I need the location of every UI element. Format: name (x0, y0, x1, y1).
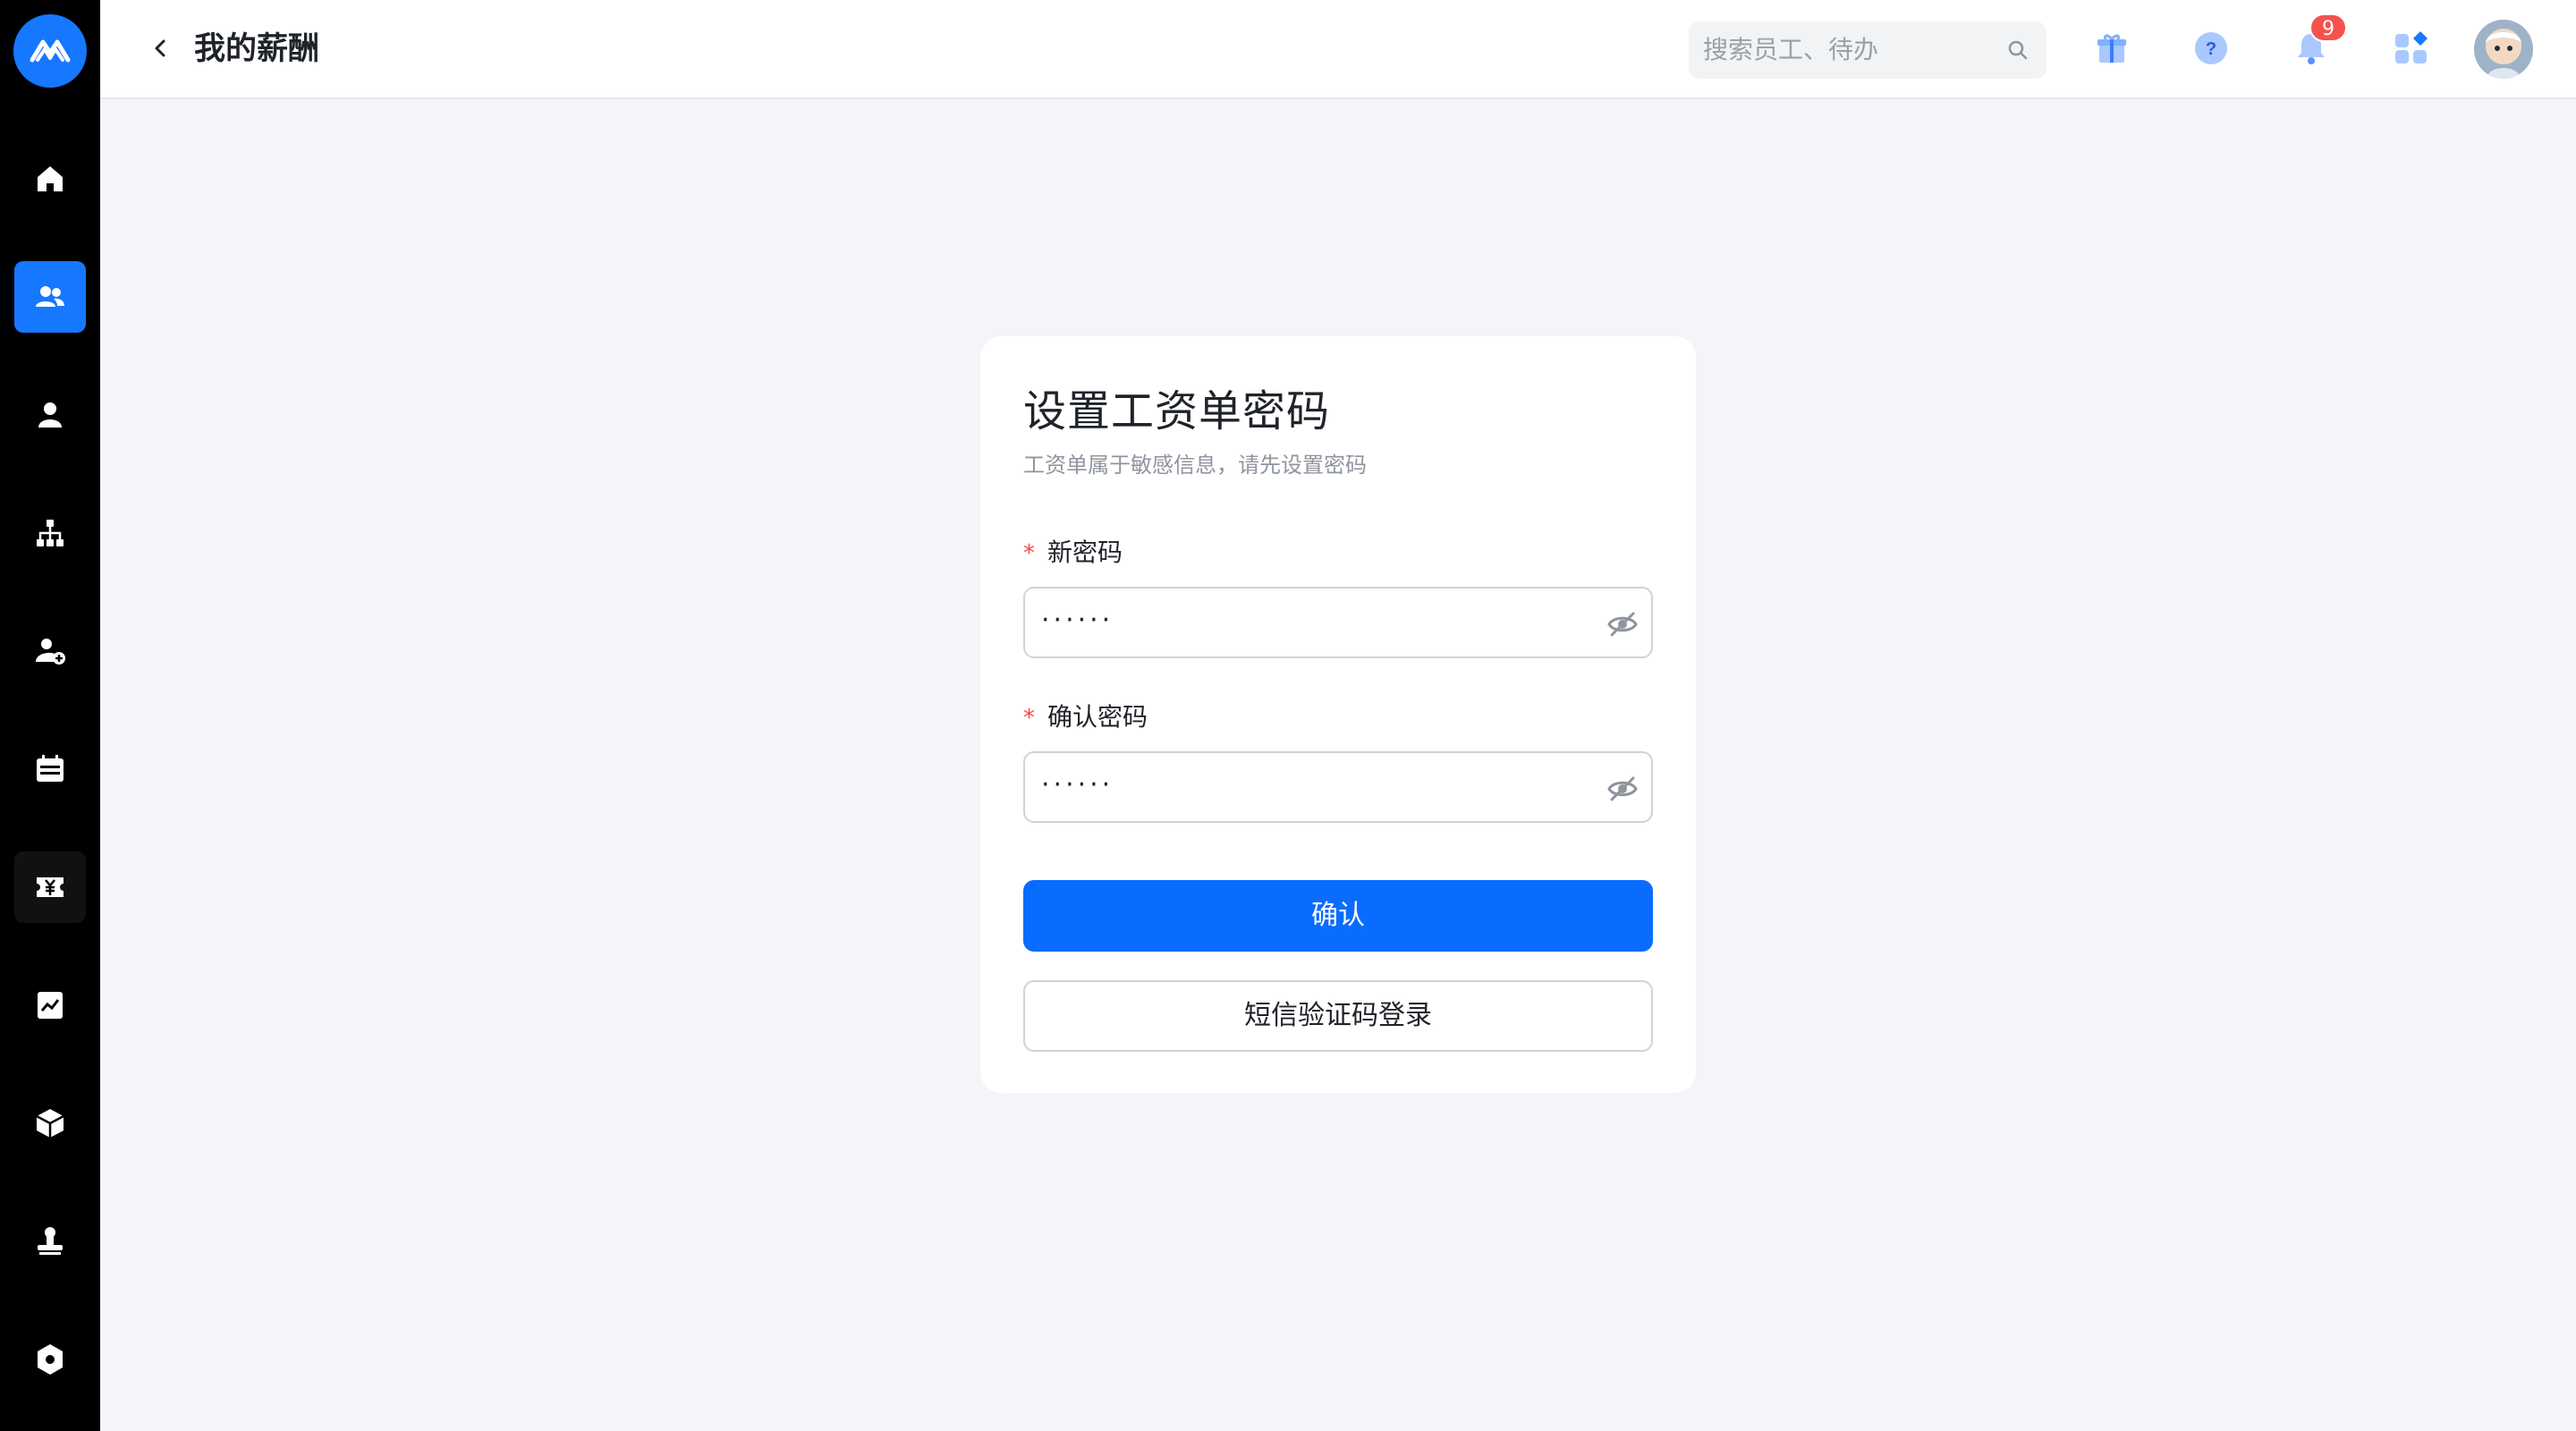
password-setup-card: 设置工资单密码 工资单属于敏感信息，请先设置密码 * 新密码 ······ * 确认… (980, 336, 1696, 1093)
search-placeholder: 搜索员工、待办 (1703, 35, 1879, 64)
box-icon (36, 1109, 64, 1138)
sidebar-item-org[interactable] (14, 497, 86, 569)
apps-button[interactable] (2386, 23, 2436, 73)
confirm-button[interactable]: 确认 (1023, 880, 1653, 952)
logo-icon (30, 39, 71, 63)
help-button[interactable]: ? (2186, 23, 2236, 73)
report-icon (38, 992, 63, 1019)
settings-icon (38, 1344, 63, 1375)
required-mark: * (1023, 540, 1035, 567)
salary-icon (37, 877, 64, 897)
required-mark: * (1023, 705, 1035, 732)
sidebar-item-salary[interactable] (14, 851, 86, 923)
chevron-left-icon (155, 39, 165, 57)
sms-login-button[interactable]: 短信验证码登录 (1023, 980, 1653, 1052)
avatar-image (2474, 20, 2533, 79)
calendar-icon (37, 755, 64, 782)
sidebar-item-report[interactable] (14, 970, 86, 1041)
person-icon (38, 402, 62, 428)
confirm-password-field[interactable]: ······ (1023, 751, 1653, 823)
notification-badge: 9 (2309, 13, 2347, 42)
confirm-password-value: ······ (1041, 769, 1114, 800)
org-chart-icon (37, 520, 64, 546)
gift-icon (2097, 34, 2126, 63)
new-password-label: * 新密码 (1023, 537, 1123, 570)
new-password-field[interactable]: ······ (1023, 587, 1653, 658)
sidebar-item-person[interactable] (14, 379, 86, 451)
sidebar-item-people[interactable] (14, 261, 86, 333)
back-button[interactable] (143, 30, 179, 66)
sidebar-item-home[interactable] (14, 143, 86, 215)
user-avatar[interactable] (2474, 20, 2533, 79)
sidebar (0, 0, 100, 1431)
sidebar-item-settings[interactable] (14, 1324, 86, 1395)
eye-off-icon[interactable] (1606, 773, 1639, 805)
sidebar-item-calendar[interactable] (14, 733, 86, 805)
home-icon (38, 166, 63, 191)
new-password-value: ······ (1041, 605, 1114, 636)
add-person-icon (36, 639, 65, 665)
new-password-label-text: 新密码 (1047, 538, 1123, 567)
help-icon: ? (2195, 32, 2227, 64)
search-input[interactable]: 搜索员工、待办 (1689, 21, 2046, 79)
search-icon[interactable] (2005, 38, 2030, 63)
stamp-icon (38, 1227, 63, 1255)
page-title: 我的薪酬 (194, 31, 320, 67)
svg-text:?: ? (2206, 39, 2216, 59)
sidebar-item-box[interactable] (14, 1088, 86, 1159)
app-logo[interactable] (13, 14, 87, 88)
sidebar-item-stamp[interactable] (14, 1206, 86, 1277)
eye-off-icon[interactable] (1606, 608, 1639, 640)
confirm-password-label: * 确认密码 (1023, 701, 1148, 734)
confirm-password-label-text: 确认密码 (1047, 702, 1148, 732)
people-icon (36, 286, 64, 307)
sidebar-item-add-person[interactable] (14, 615, 86, 687)
card-subtitle: 工资单属于敏感信息，请先设置密码 (1023, 453, 1367, 478)
apps-grid-icon (2395, 31, 2428, 64)
card-title: 设置工资单密码 (1023, 386, 1331, 436)
gift-button[interactable] (2087, 23, 2137, 73)
